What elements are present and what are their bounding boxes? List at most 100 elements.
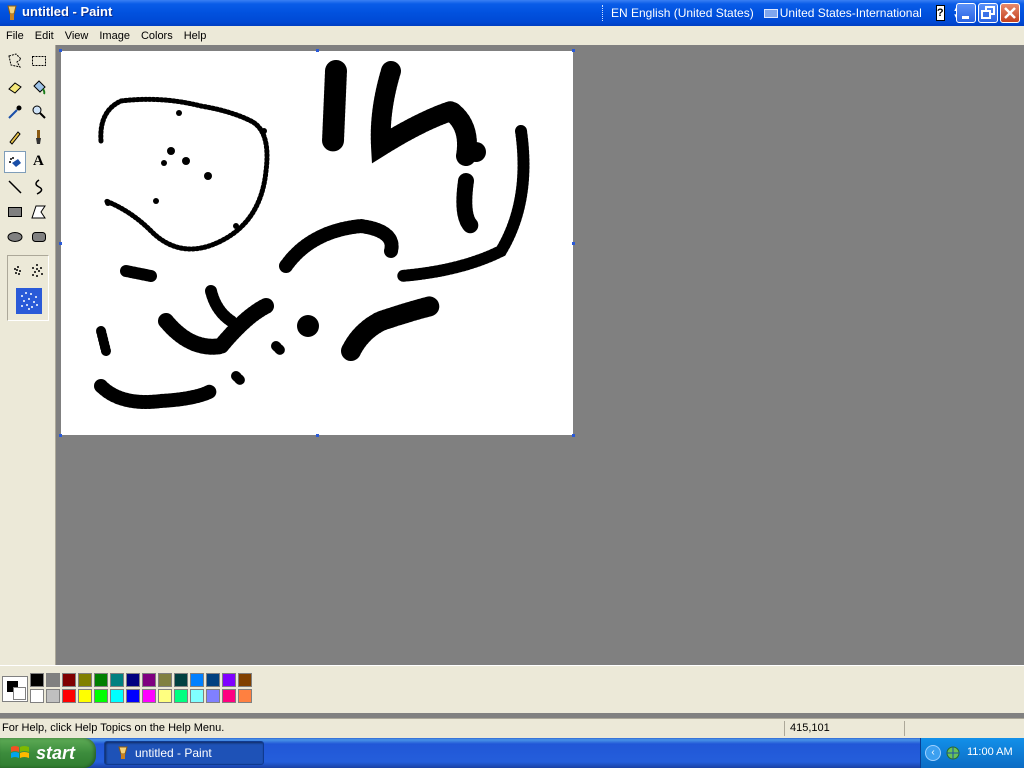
color-swatch[interactable]	[142, 673, 156, 687]
color-swatch[interactable]	[46, 673, 60, 687]
menu-image[interactable]: Image	[93, 30, 135, 42]
input-language[interactable]: EN English (United States)	[611, 6, 754, 20]
language-help-icon[interactable]: ?	[935, 5, 945, 21]
menu-file[interactable]: File	[0, 30, 29, 42]
resize-handle[interactable]	[572, 49, 575, 52]
minimize-button[interactable]	[956, 3, 976, 23]
color-swatch[interactable]	[62, 689, 76, 703]
color-swatch[interactable]	[46, 689, 60, 703]
tool-brush[interactable]	[28, 126, 50, 148]
color-swatch[interactable]	[110, 673, 124, 687]
tool-magnifier[interactable]	[28, 101, 50, 123]
tool-text[interactable]: A	[28, 151, 50, 173]
close-button[interactable]	[1000, 3, 1020, 23]
show-hidden-icons-icon[interactable]: ‹	[925, 745, 941, 761]
language-bar[interactable]: EN English (United States) United States…	[602, 3, 960, 23]
spray-size-medium-icon[interactable]	[28, 262, 46, 280]
color-swatch[interactable]	[30, 689, 44, 703]
system-tray: ‹ 11:00 AM	[920, 738, 1024, 768]
tool-options	[7, 255, 49, 321]
keyboard-layout-label: United States-International	[779, 6, 922, 20]
curve-icon	[35, 179, 43, 195]
menu-colors[interactable]: Colors	[135, 30, 178, 42]
color-swatch[interactable]	[30, 673, 44, 687]
tool-pick-color[interactable]	[4, 101, 26, 123]
color-swatch[interactable]	[238, 689, 252, 703]
title-bar[interactable]: untitled - Paint EN English (United Stat…	[0, 0, 1024, 26]
pencil-icon	[9, 131, 21, 145]
color-swatch[interactable]	[174, 689, 188, 703]
color-swatch[interactable]	[126, 673, 140, 687]
resize-handle[interactable]	[59, 49, 62, 52]
color-swatch[interactable]	[222, 689, 236, 703]
tool-curve[interactable]	[28, 176, 50, 198]
start-label: start	[36, 742, 76, 763]
selection-size	[904, 721, 1021, 736]
language-bar-grip[interactable]	[602, 5, 603, 21]
tool-polygon[interactable]	[28, 201, 50, 223]
color-swatch[interactable]	[190, 673, 204, 687]
status-bar: For Help, click Help Topics on the Help …	[0, 718, 1024, 738]
taskbar-item-label: untitled - Paint	[135, 746, 212, 760]
color-swatch[interactable]	[174, 673, 188, 687]
color-swatch[interactable]	[62, 673, 76, 687]
resize-handle[interactable]	[572, 242, 575, 245]
menu-edit[interactable]: Edit	[29, 30, 59, 42]
current-colors[interactable]	[2, 676, 28, 702]
color-swatch[interactable]	[126, 689, 140, 703]
fill-icon	[33, 80, 46, 95]
resize-handle[interactable]	[316, 49, 319, 52]
toolbox: A	[0, 45, 56, 665]
resize-handle[interactable]	[316, 434, 319, 437]
color-swatch[interactable]	[94, 689, 108, 703]
taskbar-item-paint[interactable]: untitled - Paint	[104, 741, 264, 765]
tool-fill[interactable]	[28, 76, 50, 98]
color-swatch[interactable]	[78, 673, 92, 687]
airbrush-icon	[9, 157, 21, 167]
color-swatch[interactable]	[190, 689, 204, 703]
tool-rounded-rectangle[interactable]	[28, 226, 50, 248]
free-form-select-icon	[8, 53, 22, 68]
rounded-rectangle-icon	[32, 232, 46, 242]
tool-airbrush[interactable]	[4, 151, 26, 173]
keyboard-layout[interactable]: United States-International	[763, 6, 922, 20]
tool-ellipse[interactable]	[4, 226, 26, 248]
rectangle-icon	[8, 207, 22, 217]
tool-pencil[interactable]	[4, 126, 26, 148]
tool-free-form-select[interactable]	[4, 50, 26, 72]
airbrush-drawing	[94, 60, 530, 409]
tool-rectangle[interactable]	[4, 201, 26, 223]
restore-button[interactable]	[978, 3, 998, 23]
background-color	[13, 687, 26, 700]
spray-size-large-icon[interactable]	[16, 288, 42, 314]
color-swatch[interactable]	[158, 673, 172, 687]
paint-app-icon	[118, 746, 128, 759]
color-swatch[interactable]	[78, 689, 92, 703]
window-title: untitled - Paint	[22, 4, 113, 19]
menu-view[interactable]: View	[59, 30, 94, 42]
resize-handle[interactable]	[59, 434, 62, 437]
color-swatch[interactable]	[222, 673, 236, 687]
color-swatch[interactable]	[206, 689, 220, 703]
close-icon	[1004, 7, 1016, 19]
color-swatch[interactable]	[142, 689, 156, 703]
tool-select[interactable]	[28, 50, 50, 72]
cursor-coordinates: 415,101	[784, 721, 910, 736]
resize-handle[interactable]	[59, 242, 62, 245]
menu-help[interactable]: Help	[178, 30, 212, 42]
color-swatch[interactable]	[158, 689, 172, 703]
tool-eraser[interactable]	[4, 76, 26, 98]
color-swatch[interactable]	[238, 673, 252, 687]
drawing-canvas[interactable]	[59, 49, 575, 437]
text-icon: A	[33, 153, 44, 169]
tool-line[interactable]	[4, 176, 26, 198]
windows-logo-icon	[11, 746, 29, 758]
spray-size-small-icon[interactable]	[11, 264, 25, 278]
network-icon[interactable]	[945, 745, 961, 761]
color-swatch[interactable]	[110, 689, 124, 703]
color-swatch[interactable]	[206, 673, 220, 687]
color-swatch[interactable]	[94, 673, 108, 687]
start-button[interactable]: start	[0, 738, 96, 768]
resize-handle[interactable]	[572, 434, 575, 437]
paint-app-icon[interactable]	[5, 5, 19, 21]
